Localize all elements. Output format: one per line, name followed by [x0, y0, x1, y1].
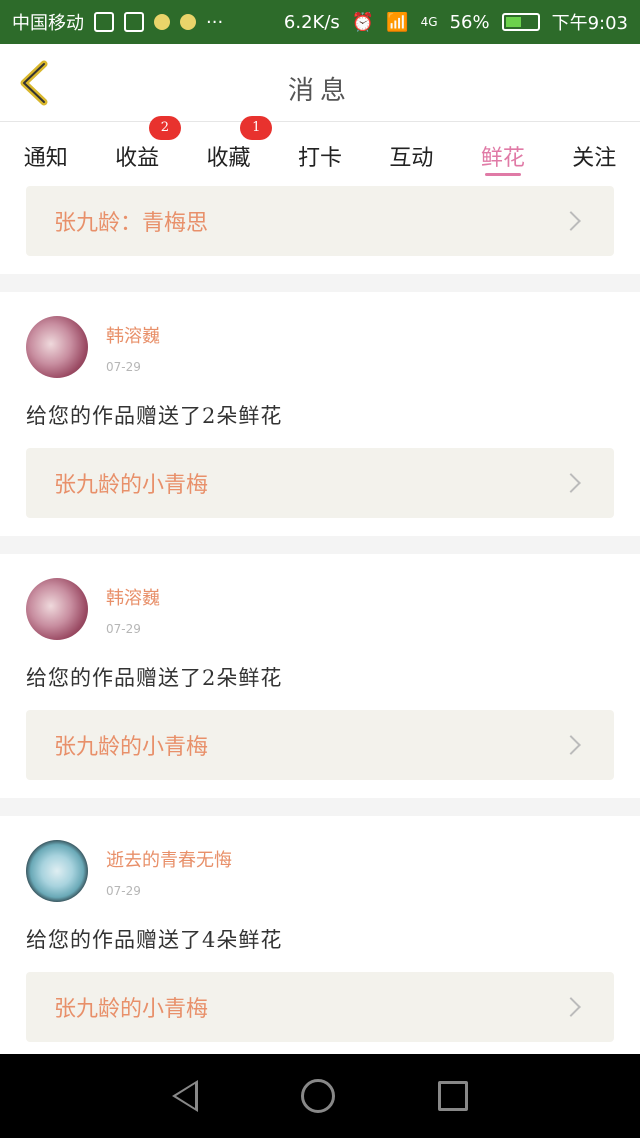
triangle-back-icon[interactable]	[171, 1080, 198, 1112]
tab-label: 鲜花	[480, 146, 525, 171]
carrier-label: 中国移动	[12, 13, 84, 34]
more-icon: ···	[206, 11, 224, 33]
active-tab-indicator	[484, 173, 521, 176]
work-title: 张九龄的小青梅	[54, 473, 209, 498]
work-title: 张九龄的小青梅	[54, 997, 209, 1022]
work-link[interactable]: 张九龄的小青梅	[26, 972, 614, 1042]
tab-earnings[interactable]: 收益 2	[91, 116, 182, 182]
message-text: 给您的作品赠送了2朵鲜花	[26, 666, 283, 690]
message-list[interactable]: 张九龄：青梅思 韩溶巍 07-29 给您的作品赠送了2朵鲜花 张九龄的小青梅 韩…	[0, 182, 640, 1054]
bulb-icon	[154, 14, 170, 30]
alarm-icon: ⏰	[351, 11, 375, 33]
work-link[interactable]: 张九龄的小青梅	[26, 710, 614, 780]
chevron-right-icon	[561, 473, 581, 493]
username[interactable]: 韩溶巍	[106, 584, 160, 610]
battery-percent: 56%	[449, 11, 490, 33]
signal-label: 4G	[420, 15, 438, 29]
wifi-icon: 📶	[386, 11, 409, 33]
tab-label: 互动	[389, 146, 434, 171]
tab-interactions[interactable]: 互动	[366, 122, 457, 182]
system-nav-bar	[0, 1054, 640, 1138]
message-text: 给您的作品赠送了2朵鲜花	[26, 404, 283, 428]
battery-icon	[501, 13, 540, 31]
message-time: 07-29	[106, 884, 141, 898]
work-link[interactable]: 张九龄的小青梅	[26, 448, 614, 518]
avatar[interactable]	[26, 840, 88, 902]
notification-icon	[94, 12, 114, 32]
avatar[interactable]	[26, 316, 88, 378]
list-item: 韩溶巍 07-29 给您的作品赠送了2朵鲜花 张九龄的小青梅	[0, 554, 640, 798]
circle-home-icon[interactable]	[300, 1079, 335, 1113]
username[interactable]: 逝去的青春无悔	[106, 846, 232, 872]
tab-label: 通知	[23, 146, 68, 171]
tab-flowers[interactable]: 鲜花	[457, 122, 548, 182]
tab-notifications[interactable]: 通知	[0, 122, 91, 182]
tab-checkin[interactable]: 打卡	[274, 122, 365, 182]
unread-badge: 1	[240, 116, 273, 140]
message-text: 给您的作品赠送了4朵鲜花	[26, 928, 283, 952]
list-item: 张九龄：青梅思	[0, 182, 640, 274]
username[interactable]: 韩溶巍	[106, 322, 160, 348]
tab-following[interactable]: 关注	[549, 122, 640, 182]
header: 消息	[0, 44, 640, 122]
status-bar: 中国移动 ··· 6.2K/s ⏰ 📶 4G 56% 下午9:03	[0, 0, 640, 44]
tab-label: 关注	[572, 146, 617, 171]
tab-label: 收藏	[206, 146, 251, 171]
net-speed: 6.2K/s	[283, 11, 340, 33]
tab-label: 收益	[115, 146, 160, 171]
chevron-right-icon	[561, 211, 581, 231]
avatar[interactable]	[26, 578, 88, 640]
tab-label: 打卡	[297, 146, 342, 171]
square-recent-icon[interactable]	[438, 1081, 469, 1111]
work-title: 张九龄的小青梅	[54, 735, 209, 760]
list-item: 韩溶巍 07-29 给您的作品赠送了2朵鲜花 张九龄的小青梅	[0, 292, 640, 536]
tab-bar: 通知 收益 2 收藏 1 打卡 互动 鲜花 关注	[0, 116, 640, 182]
work-title: 张九龄：青梅思	[54, 211, 209, 236]
tab-favorites[interactable]: 收藏 1	[183, 116, 274, 182]
page-title: 消息	[287, 76, 352, 106]
message-time: 07-29	[106, 360, 141, 374]
chevron-right-icon	[561, 997, 581, 1017]
list-item: 逝去的青春无悔 07-29 给您的作品赠送了4朵鲜花 张九龄的小青梅	[0, 816, 640, 1054]
work-link[interactable]: 张九龄：青梅思	[26, 186, 614, 256]
clock: 下午9:03	[551, 13, 628, 34]
message-time: 07-29	[106, 622, 141, 636]
image-icon	[124, 12, 144, 32]
bulb-icon	[180, 14, 196, 30]
unread-badge: 2	[148, 116, 181, 140]
chevron-right-icon	[561, 735, 581, 755]
